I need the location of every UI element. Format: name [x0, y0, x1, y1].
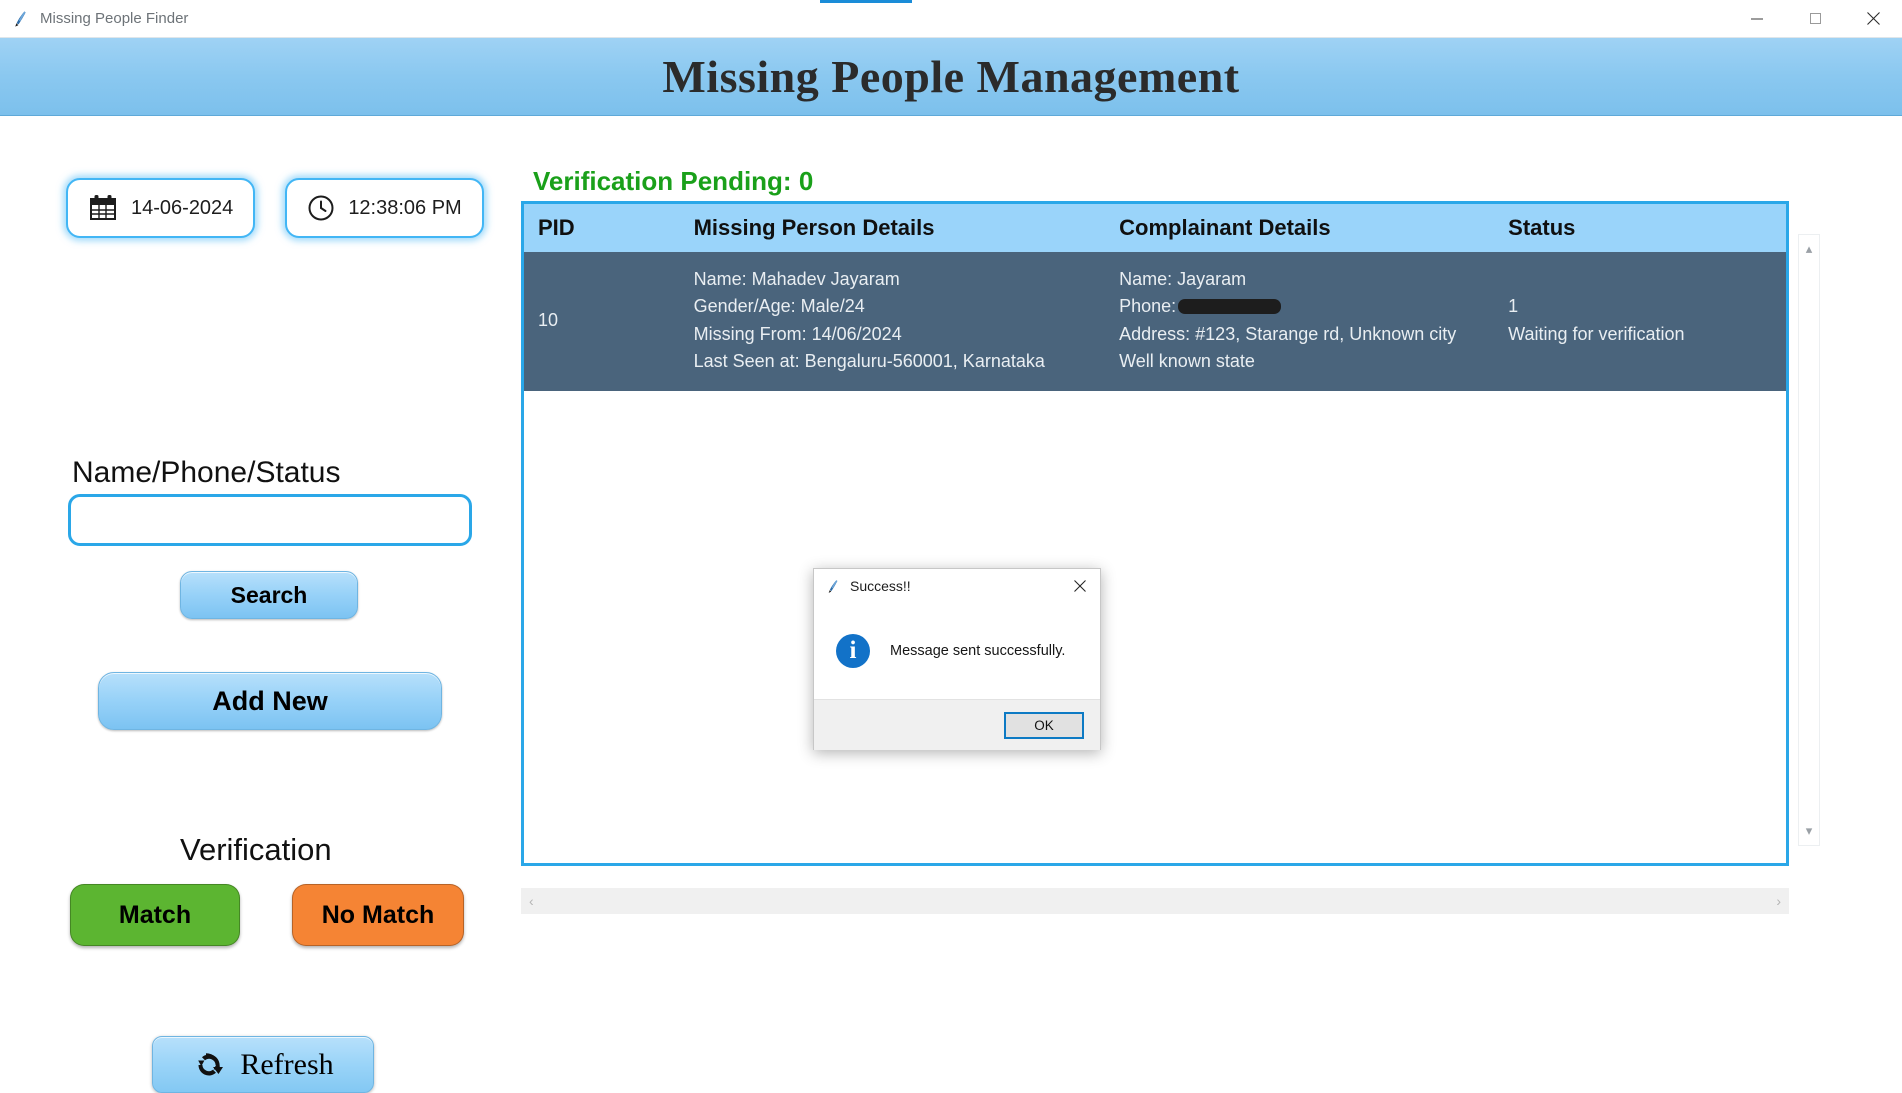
dialog-title: Success!!: [850, 578, 911, 594]
column-header-pid[interactable]: PID: [524, 204, 680, 252]
complainant-phone: Phone:: [1119, 293, 1494, 320]
missing-person-gender-age: Gender/Age: Male/24: [693, 296, 865, 317]
horizontal-scrollbar[interactable]: ‹ ›: [521, 888, 1789, 914]
search-field-label: Name/Phone/Status: [72, 456, 341, 489]
close-icon[interactable]: [1060, 569, 1100, 603]
date-value: 14-06-2024: [131, 196, 234, 219]
verification-pending-status: Verification Pending: 0: [533, 166, 814, 196]
time-value: 12:38:06 PM: [348, 196, 462, 219]
success-dialog: Success!! i Message sent successfully. O…: [813, 568, 1101, 750]
match-button[interactable]: Match: [70, 884, 240, 946]
python-feather-icon: [12, 10, 30, 28]
workspace: 14-06-2024 12:38:06 PM Name/Phone/Status…: [0, 116, 1902, 1093]
complainant-address: Address: #123, Starange rd, Unknown city: [1119, 323, 1457, 344]
refresh-button[interactable]: Refresh: [152, 1036, 374, 1093]
datetime-row: 14-06-2024 12:38:06 PM: [66, 178, 484, 238]
no-match-button[interactable]: No Match: [292, 884, 464, 946]
app-banner: Missing People Management: [0, 38, 1902, 116]
cell-complainant-details: Name: Jayaram Phone: Address: #123, Star…: [1105, 252, 1495, 392]
ok-button[interactable]: OK: [1004, 711, 1084, 739]
missing-person-last-seen: Last Seen at: Bengaluru-560001, Karnatak…: [693, 351, 1045, 372]
content-area: Verification Pending: 0 PID Missing Pers…: [520, 116, 1902, 1025]
date-display: 14-06-2024: [66, 178, 256, 238]
clock-icon: [307, 194, 335, 222]
cell-status: 1 Waiting for verification: [1494, 252, 1786, 392]
minimize-button[interactable]: [1728, 0, 1786, 37]
status-text: Waiting for verification: [1508, 323, 1685, 344]
column-header-complainant-details[interactable]: Complainant Details: [1105, 204, 1495, 252]
table-header-row: PID Missing Person Details Complainant D…: [524, 204, 1786, 252]
dialog-message: Message sent successfully.: [890, 643, 1066, 659]
scroll-up-icon[interactable]: ▴: [1806, 241, 1813, 257]
column-header-status[interactable]: Status: [1494, 204, 1786, 252]
cell-pid: 10: [524, 252, 680, 392]
scroll-right-icon[interactable]: ›: [1776, 893, 1781, 909]
scroll-down-icon[interactable]: ▾: [1806, 823, 1813, 839]
dialog-body: i Message sent successfully.: [814, 603, 1100, 699]
column-header-missing-person-details[interactable]: Missing Person Details: [679, 204, 1106, 252]
sidebar: 14-06-2024 12:38:06 PM Name/Phone/Status…: [0, 116, 520, 1093]
records-table-frame: PID Missing Person Details Complainant D…: [521, 201, 1789, 866]
dialog-footer: OK: [814, 699, 1100, 750]
add-new-button[interactable]: Add New: [98, 672, 442, 730]
cell-missing-person-details: Name: Mahadev Jayaram Gender/Age: Male/2…: [679, 252, 1106, 392]
window-titlebar: Missing People Finder: [0, 0, 1902, 38]
verification-label: Verification: [180, 832, 332, 867]
refresh-icon: [192, 1048, 226, 1082]
dialog-titlebar: Success!!: [814, 569, 1100, 603]
titlebar-accent: [820, 0, 912, 3]
window-controls: [1728, 0, 1902, 37]
status-code: 1: [1508, 296, 1519, 317]
maximize-button[interactable]: [1786, 0, 1844, 37]
scroll-left-icon[interactable]: ‹: [529, 893, 534, 909]
python-feather-icon: [826, 579, 841, 594]
calendar-icon: [88, 194, 118, 222]
complainant-address-line2: Well known state: [1119, 351, 1255, 372]
close-button[interactable]: [1844, 0, 1902, 37]
window-title: Missing People Finder: [40, 10, 189, 27]
search-button[interactable]: Search: [180, 571, 358, 619]
vertical-scrollbar[interactable]: ▴ ▾: [1798, 234, 1820, 846]
table-row[interactable]: 10 Name: Mahadev Jayaram Gender/Age: Mal…: [524, 252, 1786, 392]
page-title: Missing People Management: [662, 51, 1240, 102]
complainant-name: Name: Jayaram: [1119, 269, 1247, 289]
info-icon: i: [836, 634, 870, 668]
records-table: PID Missing Person Details Complainant D…: [524, 204, 1786, 392]
refresh-button-label: Refresh: [240, 1047, 334, 1081]
search-input[interactable]: [68, 494, 472, 546]
missing-person-name: Name: Mahadev Jayaram: [693, 269, 900, 289]
time-display: 12:38:06 PM: [285, 178, 484, 238]
missing-person-missing-from: Missing From: 14/06/2024: [693, 323, 902, 344]
redaction-mark: [1178, 299, 1282, 315]
complainant-phone-label: Phone:: [1119, 296, 1177, 317]
